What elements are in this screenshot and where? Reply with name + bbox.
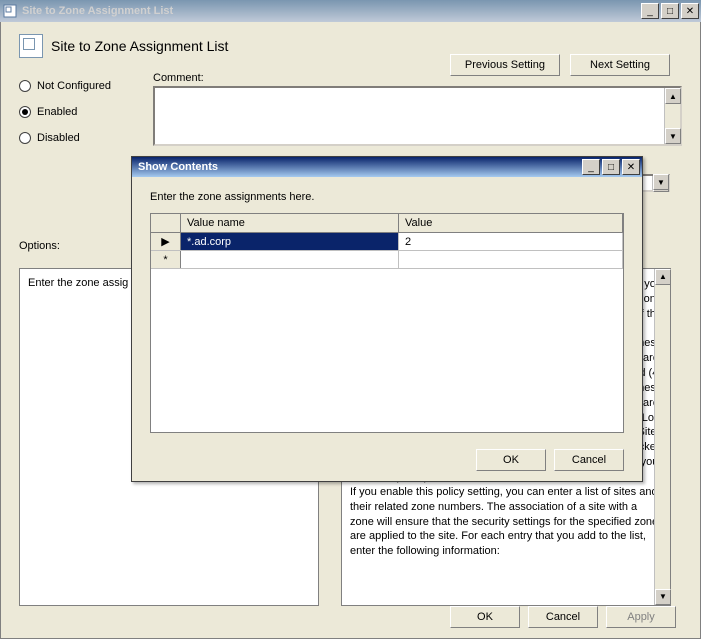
maximize-button[interactable]: □ [602, 159, 620, 175]
policy-icon [19, 34, 43, 58]
row-indicator-icon: ▶ [151, 233, 181, 250]
dialog-ok-button[interactable]: OK [476, 449, 546, 471]
cell-value-name[interactable] [181, 251, 399, 268]
options-text: Enter the zone assig [28, 277, 128, 289]
grid-new-row[interactable]: * [151, 251, 623, 269]
close-button[interactable]: ✕ [622, 159, 640, 175]
scrollbar[interactable]: ▲ ▼ [654, 269, 670, 605]
page-title: Site to Zone Assignment List [51, 38, 228, 54]
previous-setting-button[interactable]: Previous Setting [450, 54, 560, 76]
scroll-down-icon[interactable]: ▼ [653, 174, 669, 190]
scrollbar[interactable]: ▲ ▼ [652, 176, 668, 190]
dialog-titlebar[interactable]: Show Contents _ □ ✕ [132, 157, 642, 177]
column-header-value[interactable]: Value [399, 214, 623, 232]
radio-enabled[interactable]: Enabled [19, 106, 139, 118]
grid-corner [151, 214, 181, 232]
scroll-down-icon[interactable]: ▼ [655, 589, 671, 605]
minimize-button[interactable]: _ [641, 3, 659, 19]
radio-icon [19, 132, 31, 144]
cancel-button[interactable]: Cancel [528, 606, 598, 628]
radio-icon [19, 106, 31, 118]
comment-textarea[interactable]: ▲ ▼ [153, 86, 682, 146]
apply-button[interactable]: Apply [606, 606, 676, 628]
radio-disabled[interactable]: Disabled [19, 132, 139, 144]
show-contents-dialog: Show Contents _ □ ✕ Enter the zone assig… [131, 156, 643, 482]
dialog-instruction: Enter the zone assignments here. [150, 191, 624, 203]
cell-value-name[interactable]: *.ad.corp [181, 233, 399, 250]
footer-buttons: OK Cancel Apply [450, 606, 676, 628]
main-titlebar[interactable]: Site to Zone Assignment List _ □ ✕ [0, 0, 701, 22]
cell-value[interactable]: 2 [399, 233, 623, 250]
radio-icon [19, 80, 31, 92]
scrollbar[interactable]: ▲ ▼ [664, 88, 680, 144]
ok-button[interactable]: OK [450, 606, 520, 628]
scroll-down-icon[interactable]: ▼ [665, 128, 681, 144]
scroll-up-icon[interactable]: ▲ [665, 88, 681, 104]
state-radios: Not Configured Enabled Disabled [19, 72, 139, 158]
radio-label: Enabled [37, 106, 77, 118]
grid-header: Value name Value [151, 214, 623, 233]
column-header-name[interactable]: Value name [181, 214, 399, 232]
dialog-title: Show Contents [134, 161, 582, 173]
grid-row[interactable]: ▶ *.ad.corp 2 [151, 233, 623, 251]
scroll-up-icon[interactable]: ▲ [655, 269, 671, 285]
close-button[interactable]: ✕ [681, 3, 699, 19]
options-label: Options: [19, 240, 60, 252]
minimize-button[interactable]: _ [582, 159, 600, 175]
dialog-cancel-button[interactable]: Cancel [554, 449, 624, 471]
radio-label: Disabled [37, 132, 80, 144]
window-title: Site to Zone Assignment List [22, 5, 641, 17]
radio-label: Not Configured [37, 80, 111, 92]
maximize-button[interactable]: □ [661, 3, 679, 19]
help-paragraph: If you enable this policy setting, you c… [350, 485, 662, 559]
radio-not-configured[interactable]: Not Configured [19, 80, 139, 92]
new-row-icon: * [151, 251, 181, 268]
next-setting-button[interactable]: Next Setting [570, 54, 670, 76]
app-icon [2, 3, 18, 19]
window-body: Site to Zone Assignment List Previous Se… [0, 22, 701, 639]
zone-grid[interactable]: Value name Value ▶ *.ad.corp 2 * [150, 213, 624, 433]
cell-value[interactable] [399, 251, 623, 268]
